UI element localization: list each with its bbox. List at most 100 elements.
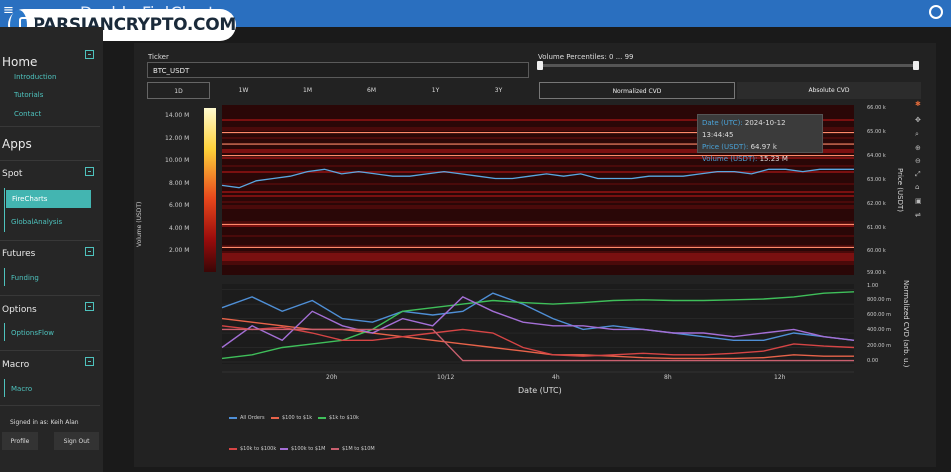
cvd-tick: 800.00 m xyxy=(867,297,891,303)
heatmap-row xyxy=(222,219,854,221)
legend-label: $1M to $10M xyxy=(342,446,375,452)
heatmap-row xyxy=(222,191,854,193)
heatmap-row xyxy=(222,201,854,203)
tooltip-price-value: 64.97 k xyxy=(750,143,777,151)
heatmap-row xyxy=(222,263,854,265)
x-tick: 10/12 xyxy=(437,374,455,381)
x-tick: 20h xyxy=(326,374,338,381)
heatmap-row xyxy=(222,187,854,189)
legend-label: $100k to $1M xyxy=(291,446,326,452)
heatmap-row xyxy=(222,253,854,255)
zoom-out-icon[interactable]: ⊖ xyxy=(915,158,922,165)
heatmap-row xyxy=(222,215,854,217)
heatmap-row xyxy=(222,185,854,187)
heatmap-row xyxy=(222,181,854,183)
legend-item-10k-100k[interactable]: $10k to $100k xyxy=(229,446,276,452)
x-tick: 8h xyxy=(664,374,672,381)
heatmap-row xyxy=(222,241,854,243)
legend-item-1k-10k[interactable]: $1k to $10k xyxy=(318,415,359,421)
cvd-tick: 400.00 m xyxy=(867,327,891,333)
colorbar-tick: 8.00 M xyxy=(169,180,190,187)
heatmap-row xyxy=(222,265,854,267)
price-tick: 59.00 k xyxy=(867,270,886,276)
heatmap-row xyxy=(222,203,854,205)
heatmap-row xyxy=(222,109,854,111)
reset-axes-icon[interactable]: ⌂ xyxy=(915,184,922,191)
x-tick: 4h xyxy=(552,374,560,381)
price-tick: 64.00 k xyxy=(867,153,886,159)
tooltip-volume-key: Volume (USDT): xyxy=(702,155,758,163)
heatmap-row xyxy=(222,195,854,197)
heatmap-row xyxy=(222,261,854,263)
colorbar-tick: 4.00 M xyxy=(169,225,190,232)
heatmap-row xyxy=(222,225,854,227)
heatmap-row xyxy=(222,237,854,239)
cvd-axis-label: Normalized CVD (arb. u.) xyxy=(902,280,910,368)
heatmap-row xyxy=(222,189,854,191)
heatmap-row xyxy=(222,271,854,273)
heatmap-row xyxy=(222,207,854,209)
pan-icon[interactable]: ✥ xyxy=(915,117,922,124)
autoscale-icon[interactable]: ⤢ xyxy=(915,171,922,178)
heatmap-row xyxy=(222,235,854,237)
heatmap-row xyxy=(222,107,854,109)
hover-tooltip: Date (UTC): 2024-10-12 13:44:45 Price (U… xyxy=(697,114,823,163)
price-axis-label: Price (USDT) xyxy=(896,168,904,212)
legend-item-1m-10m[interactable]: $1M to $10M xyxy=(331,446,375,452)
price-tick: 62.00 k xyxy=(867,201,886,207)
cvd-tick: 200.00 m xyxy=(867,343,891,349)
heatmap-row xyxy=(222,111,854,113)
legend-item-all-orders[interactable]: All Orders xyxy=(229,415,265,421)
camera-icon[interactable]: ▣ xyxy=(915,198,922,205)
colorbar-tick: 10.00 M xyxy=(165,157,190,164)
heatmap-row xyxy=(222,255,854,257)
heatmap-row xyxy=(222,183,854,185)
heatmap-row xyxy=(222,197,854,199)
cvd-tick: 1.00 xyxy=(867,283,879,289)
heatmap-row xyxy=(222,239,854,241)
cvd-tick: 0.00 xyxy=(867,358,879,364)
heatmap-row xyxy=(222,105,854,107)
heatmap-row xyxy=(222,167,854,169)
colorbar-tick: 14.00 M xyxy=(165,112,190,119)
heatmap-row xyxy=(222,243,854,245)
heatmap-row xyxy=(222,251,854,253)
x-axis-label: Date (UTC) xyxy=(518,386,562,395)
legend-label: $1k to $10k xyxy=(329,415,359,421)
colorbar-tick: 12.00 M xyxy=(165,135,190,142)
spike-lines-icon[interactable]: ⇌ xyxy=(915,212,922,219)
heatmap-row xyxy=(222,211,854,213)
heatmap-row xyxy=(222,273,854,275)
price-tick: 65.00 k xyxy=(867,129,886,135)
colorbar xyxy=(204,108,216,272)
price-tick: 61.00 k xyxy=(867,225,886,231)
heatmap-row xyxy=(222,257,854,259)
colorbar-tick: 6.00 M xyxy=(169,202,190,209)
plotly-logo-icon[interactable]: ✱ xyxy=(915,101,922,108)
heatmap-row xyxy=(222,267,854,269)
legend-item-100k-1m[interactable]: $100k to $1M xyxy=(280,446,326,452)
heatmap-row xyxy=(222,179,854,181)
legend-label: $10k to $100k xyxy=(240,446,277,452)
heatmap-row xyxy=(222,249,854,251)
heatmap-row xyxy=(222,227,854,229)
colorbar-label: Volume (USDT) xyxy=(136,201,143,247)
tooltip-volume-value: 15.23 M xyxy=(759,155,788,163)
tooltip-price-key: Price (USDT): xyxy=(702,143,749,151)
legend-item-100-1k[interactable]: $100 to $1k xyxy=(271,415,312,421)
zoom-icon[interactable]: ⌕ xyxy=(915,131,922,138)
heatmap-row xyxy=(222,245,854,247)
heatmap-row xyxy=(222,193,854,195)
zoom-in-icon[interactable]: ⊕ xyxy=(915,145,922,152)
heatmap-row xyxy=(222,269,854,271)
heatmap-row xyxy=(222,177,854,179)
cvd-tick: 600.00 m xyxy=(867,312,891,318)
heatmap-row xyxy=(222,231,854,233)
heatmap-row xyxy=(222,229,854,231)
heatmap-row xyxy=(222,209,854,211)
legend-label: $100 to $1k xyxy=(282,415,313,421)
heatmap-row xyxy=(222,233,854,235)
price-tick: 63.00 k xyxy=(867,177,886,183)
heatmap-row xyxy=(222,165,854,167)
tooltip-date-key: Date (UTC): xyxy=(702,119,743,127)
